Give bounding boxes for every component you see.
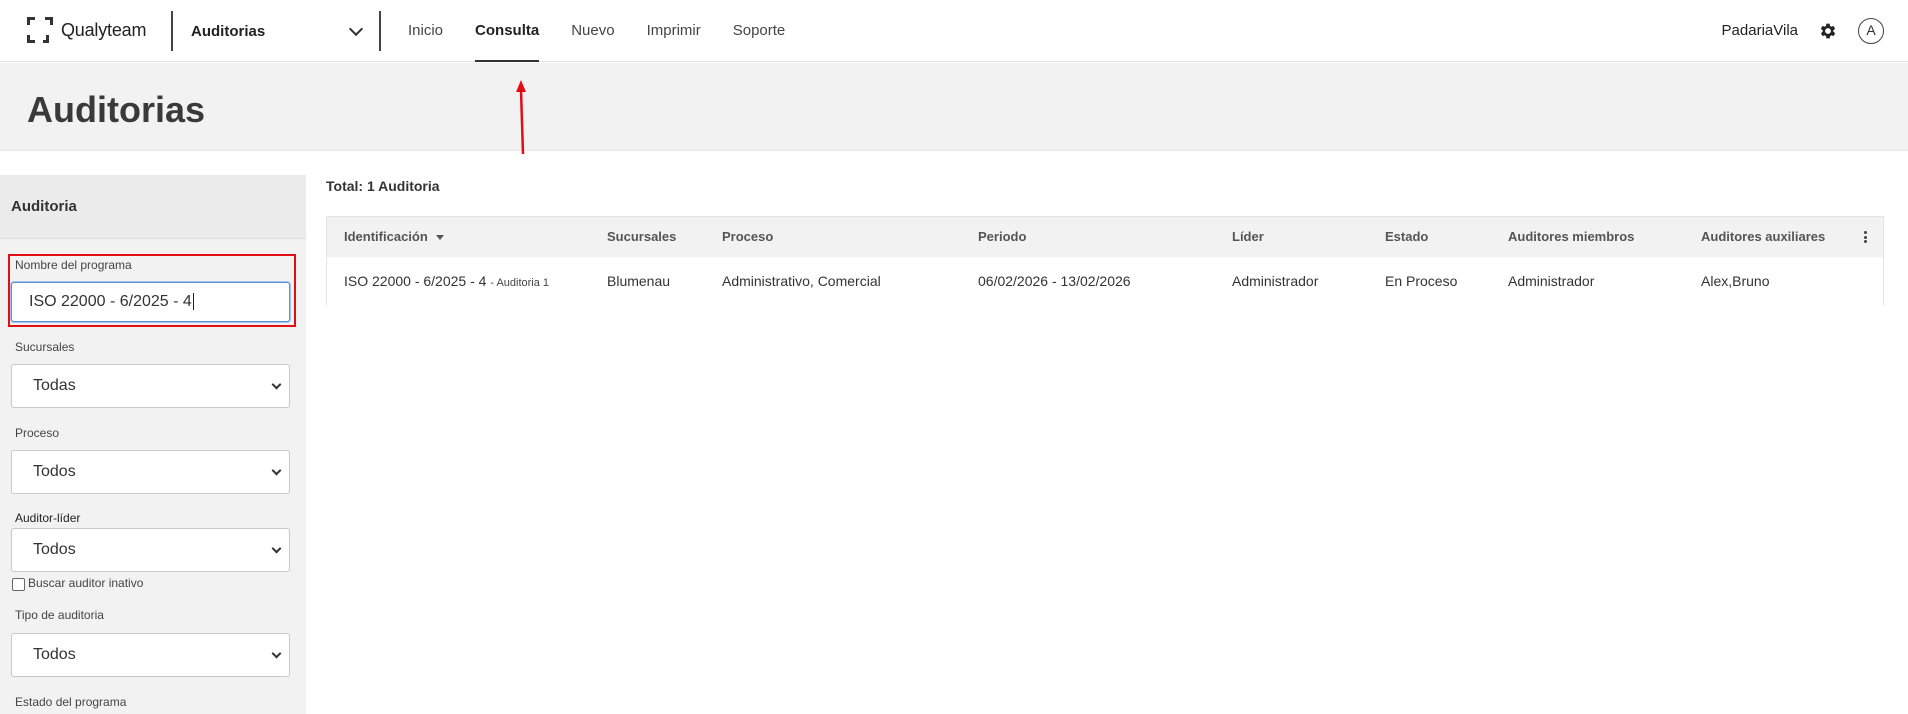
annotation-arrow: [516, 80, 526, 155]
program-name-input[interactable]: ISO 22000 - 6/2025 - 4: [11, 282, 290, 322]
chevron-down-icon: [271, 465, 282, 476]
module-selector[interactable]: Auditorias: [191, 18, 364, 44]
cell-identificacion[interactable]: ISO 22000 - 6/2025 - 4 - Auditoria 1: [344, 257, 549, 305]
column-header-sucursales[interactable]: Sucursales: [607, 217, 676, 257]
cell-auditores-auxiliares: Alex,Bruno: [1701, 273, 1770, 289]
cell-sucursales: Blumenau: [607, 273, 671, 289]
avatar[interactable]: A: [1858, 18, 1884, 44]
process-select[interactable]: Todos: [11, 450, 290, 494]
inactive-auditor-checkbox[interactable]: [12, 578, 25, 591]
results-total: Total: 1 Auditoria: [326, 178, 440, 194]
cell-proceso: Administrativo, Comercial: [722, 273, 881, 289]
lead-auditor-select[interactable]: Todos: [11, 528, 290, 572]
branches-select[interactable]: Todas: [11, 364, 290, 408]
nav-item-consulta[interactable]: Consulta: [475, 0, 540, 62]
company-name[interactable]: PadariaVila: [1722, 22, 1798, 39]
column-header-periodo[interactable]: Periodo: [978, 217, 1026, 257]
cell-auditores-miembros: Administrador: [1508, 273, 1595, 289]
page-header: Auditorias: [0, 63, 1908, 151]
program-status-label: Estado del programa: [15, 695, 127, 709]
chevron-down-icon: [271, 543, 282, 554]
chevron-down-icon: [271, 648, 282, 659]
sort-down-icon[interactable]: [435, 235, 444, 241]
column-header-proceso[interactable]: Proceso: [722, 217, 773, 257]
audit-type-label: Tipo de auditoria: [15, 608, 104, 622]
process-value: Todos: [33, 463, 76, 480]
module-label: Auditorias: [191, 22, 266, 40]
page-title: Auditorias: [27, 89, 206, 130]
nav-item-inicio[interactable]: Inicio: [408, 0, 443, 62]
gear-icon[interactable]: [1818, 21, 1838, 41]
inactive-auditor-label[interactable]: Buscar auditor inativo: [28, 576, 143, 590]
chevron-down-icon: [348, 21, 364, 37]
logo[interactable]: Qualyteam: [27, 17, 146, 43]
nav-item-nuevo[interactable]: Nuevo: [571, 0, 614, 62]
cell-lider: Administrador: [1232, 273, 1319, 289]
divider: [379, 11, 381, 51]
nav-item-soporte[interactable]: Soporte: [733, 0, 786, 62]
branches-label: Sucursales: [15, 340, 75, 354]
brand-name: Qualyteam: [61, 19, 147, 40]
cell-periodo: 06/02/2026 - 13/02/2026: [978, 273, 1131, 289]
results-table: Identificación Sucursales Proceso Period…: [326, 216, 1884, 305]
nav-item-imprimir[interactable]: Imprimir: [647, 0, 701, 62]
process-label: Proceso: [15, 426, 60, 440]
sidebar-title: Auditoria: [0, 175, 306, 239]
column-header-lider[interactable]: Líder: [1232, 217, 1264, 257]
divider: [171, 11, 173, 51]
table-row[interactable]: ISO 22000 - 6/2025 - 4 - Auditoria 1 Blu…: [327, 257, 1883, 305]
column-header-auditores-miembros[interactable]: Auditores miembros: [1508, 217, 1634, 257]
main-nav: Inicio Consulta Nuevo Imprimir Soporte: [408, 0, 817, 62]
program-name-label: Nombre del programa: [15, 258, 132, 272]
column-header-auditores-auxiliares[interactable]: Auditores auxiliares: [1701, 217, 1825, 257]
program-name-value: ISO 22000 - 6/2025 - 4: [29, 293, 192, 310]
column-header-estado[interactable]: Estado: [1385, 217, 1428, 257]
qualyteam-logo-icon: [27, 17, 53, 43]
table-header: Identificación Sucursales Proceso Period…: [327, 217, 1883, 257]
more-options-icon[interactable]: [1864, 231, 1867, 243]
branches-value: Todas: [33, 377, 76, 394]
top-navigation-bar: Qualyteam Auditorias Inicio Consulta Nue…: [0, 0, 1908, 62]
lead-auditor-label: Auditor-líder: [15, 511, 81, 525]
cell-estado: En Proceso: [1385, 273, 1458, 289]
audit-type-value: Todos: [33, 646, 76, 663]
chevron-down-icon: [271, 379, 282, 390]
column-header-identificacion[interactable]: Identificación: [344, 217, 444, 257]
lead-auditor-value: Todos: [33, 541, 76, 558]
audit-type-select[interactable]: Todos: [11, 633, 290, 677]
